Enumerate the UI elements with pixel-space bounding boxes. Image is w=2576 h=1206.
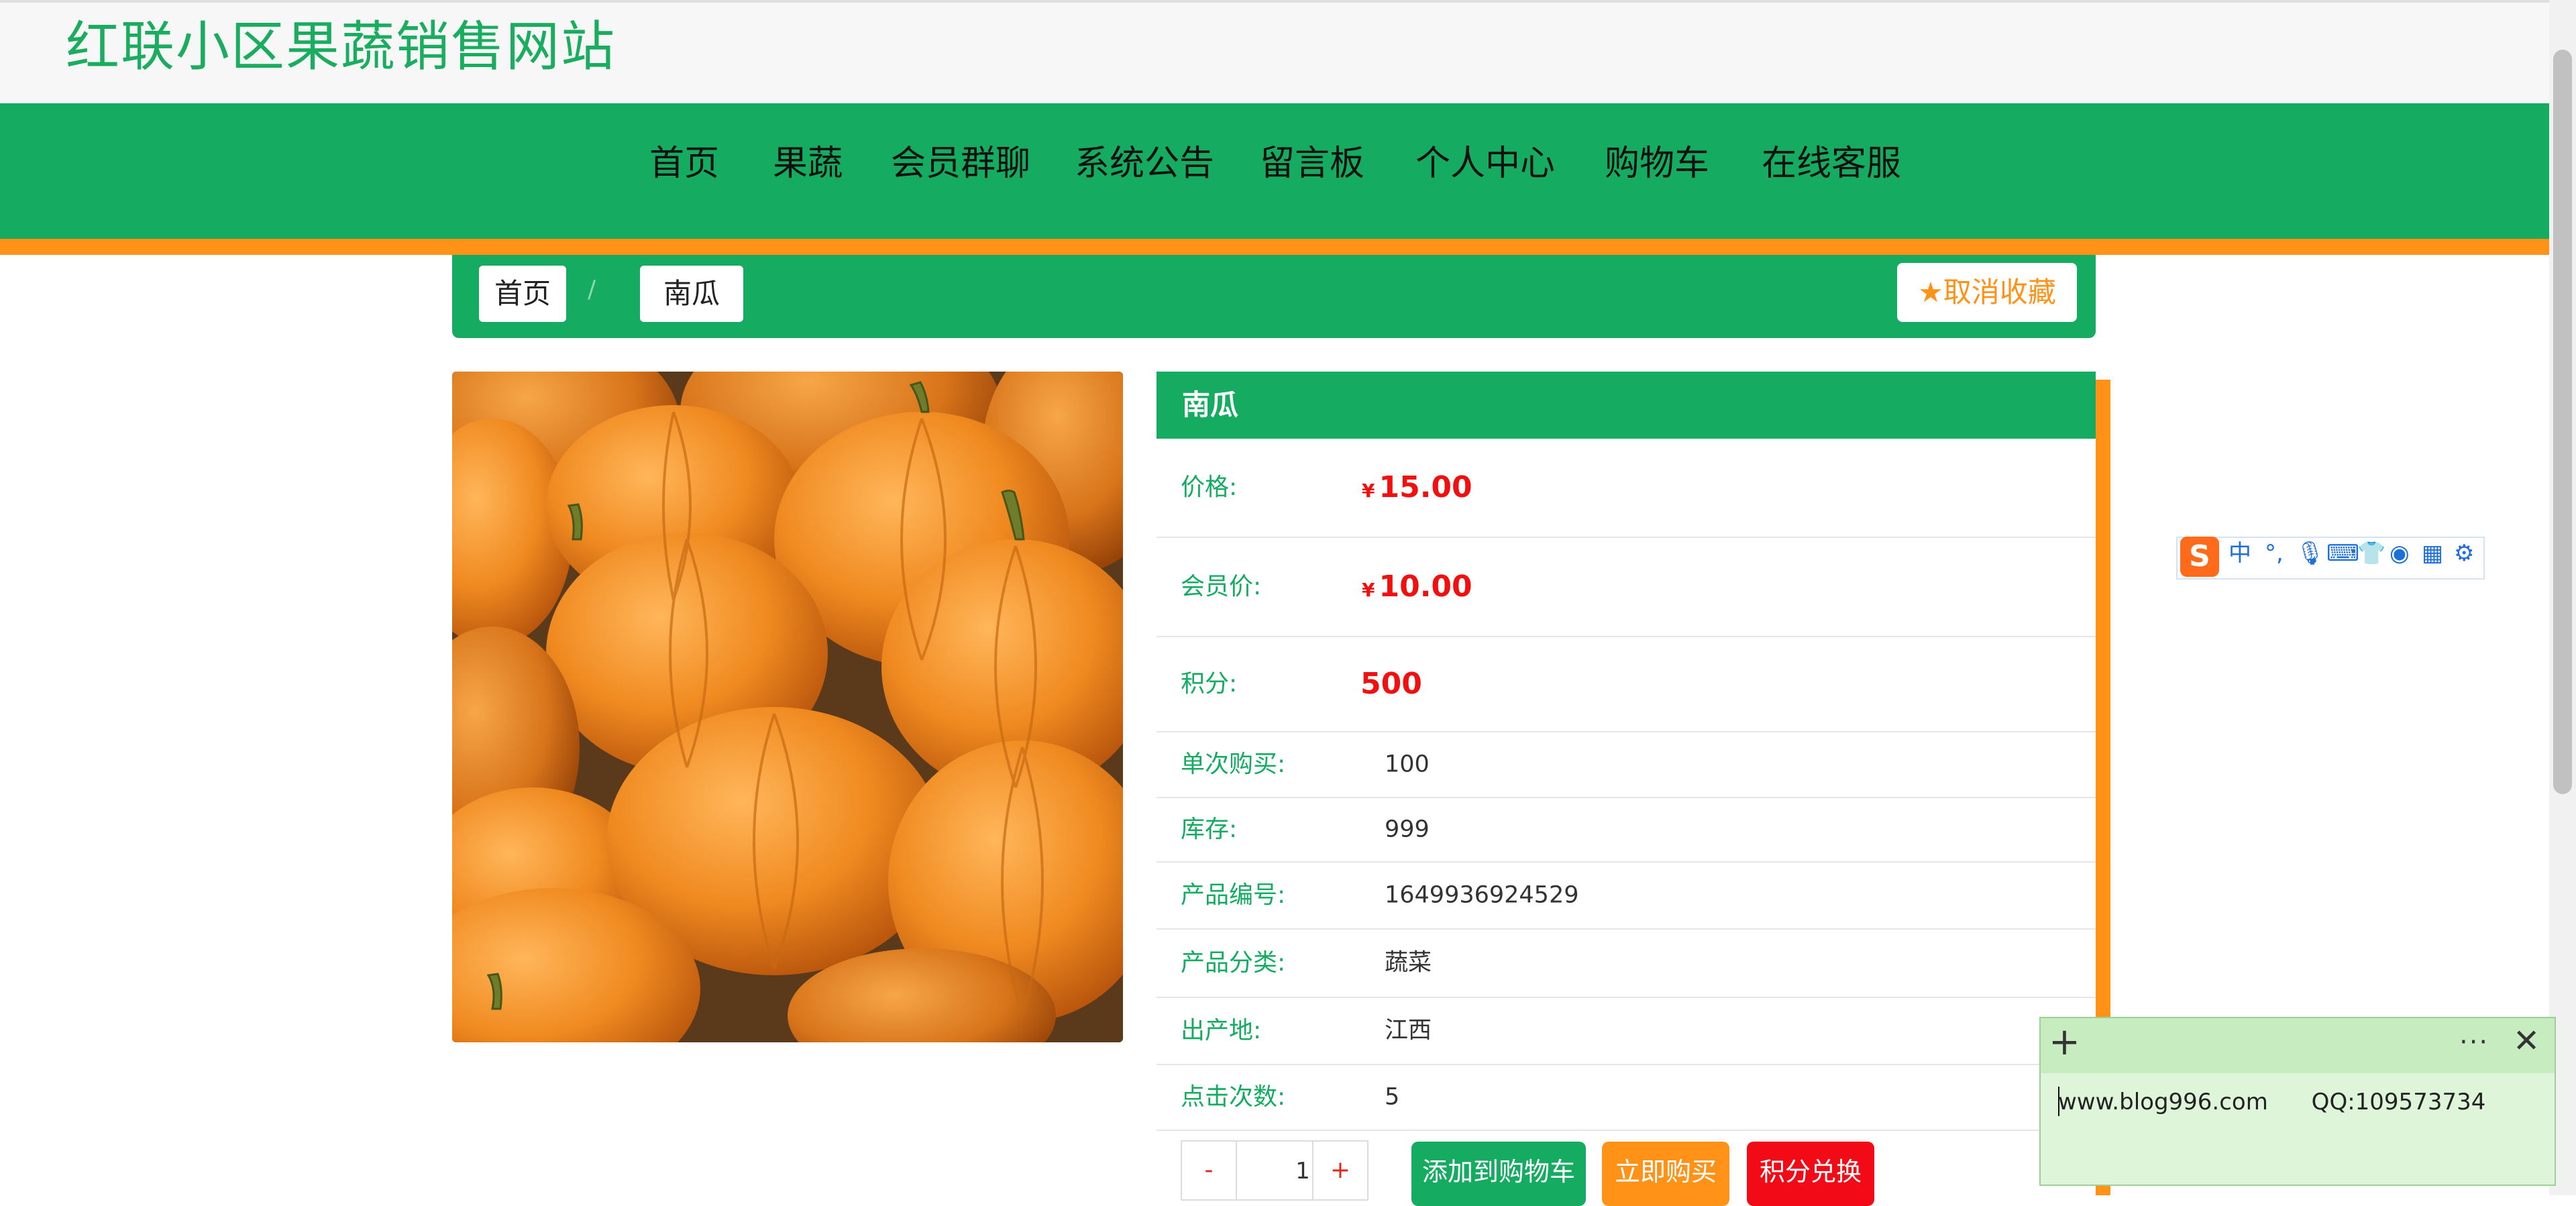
member-price-amount: 10.00 [1379, 569, 1472, 604]
price-label: 价格: [1181, 474, 1238, 501]
microphone-icon[interactable]: 🎙 [2296, 542, 2324, 565]
nav-item-support[interactable]: 在线客服 [1762, 146, 1901, 181]
ime-chinese-mode-icon[interactable]: 中 [2229, 542, 2251, 565]
currency-symbol: ¥ [1362, 480, 1375, 502]
category-value: 蔬菜 [1385, 949, 1432, 977]
nav-accent-strip [0, 239, 2549, 255]
star-icon: ★ [1918, 276, 1943, 309]
sogou-logo-icon[interactable]: S [2180, 537, 2219, 577]
unfavorite-label: 取消收藏 [1943, 276, 2056, 309]
price-amount: 15.00 [1379, 470, 1472, 504]
stock-row: 库存: 999 [1157, 798, 2096, 863]
product-code-label: 产品编号: [1181, 881, 1286, 909]
product-code-row: 产品编号: 1649936924529 [1157, 863, 2096, 930]
currency-symbol: ¥ [1362, 579, 1375, 601]
unfavorite-button[interactable]: ★取消收藏 [1897, 263, 2077, 322]
skin-icon[interactable]: 👕 [2357, 542, 2385, 565]
product-image [452, 372, 1123, 1042]
clicks-label: 点击次数: [1181, 1083, 1286, 1111]
category-label: 产品分类: [1181, 949, 1286, 977]
scrollbar-thumb[interactable] [2553, 50, 2572, 794]
nav-item-announcements[interactable]: 系统公告 [1075, 146, 1214, 181]
single-buy-row: 单次购买: 100 [1157, 732, 2096, 798]
add-to-cart-button[interactable]: 添加到购物车 [1411, 1142, 1586, 1206]
ime-punctuation-icon[interactable]: °, [2265, 542, 2284, 565]
origin-row: 出产地: 江西 [1157, 998, 2096, 1065]
note-close-icon[interactable]: ✕ [2513, 1025, 2540, 1057]
clicks-row: 点击次数: 5 [1157, 1065, 2096, 1131]
redeem-points-button[interactable]: 积分兑换 [1747, 1142, 1874, 1206]
product-name: 南瓜 [1157, 372, 2096, 439]
stock-value: 999 [1385, 816, 1430, 843]
breadcrumb-home[interactable]: 首页 [479, 266, 566, 322]
site-title[interactable]: 红联小区果蔬销售网站 [66, 20, 616, 74]
nav-item-member-chat[interactable]: 会员群聊 [891, 146, 1030, 181]
sticky-note-text[interactable]: www.blog996.com QQ:109573734 [2058, 1091, 2485, 1113]
single-buy-value: 100 [1385, 751, 1430, 778]
points-row: 积分: 500 [1157, 637, 2096, 732]
nav-item-produce[interactable]: 果蔬 [773, 146, 843, 181]
nav-item-profile[interactable]: 个人中心 [1415, 146, 1555, 181]
member-price-label: 会员价: [1181, 573, 1262, 600]
breadcrumb-separator: / [588, 276, 596, 303]
quantity-decrease-button[interactable]: - [1181, 1140, 1237, 1201]
points-label: 积分: [1181, 670, 1238, 698]
single-buy-label: 单次购买: [1181, 751, 1286, 778]
points-value: 500 [1360, 667, 1422, 701]
price-row: 价格: ¥15.00 [1157, 439, 2096, 538]
buy-now-button[interactable]: 立即购买 [1602, 1142, 1729, 1206]
clicks-value: 5 [1385, 1083, 1400, 1111]
nav-item-message-board[interactable]: 留言板 [1260, 146, 1364, 181]
keyboard-icon[interactable]: ⌨ [2326, 542, 2359, 565]
member-price-value: ¥10.00 [1362, 572, 1472, 602]
category-row: 产品分类: 蔬菜 [1157, 930, 2096, 998]
product-code-value: 1649936924529 [1385, 881, 1579, 909]
note-more-icon[interactable]: ··· [2459, 1029, 2489, 1056]
origin-label: 出产地: [1181, 1017, 1262, 1044]
settings-icon[interactable]: ⚙ [2454, 542, 2474, 565]
stock-label: 库存: [1181, 816, 1238, 843]
nav-item-cart[interactable]: 购物车 [1605, 146, 1709, 181]
quantity-increase-button[interactable]: + [1312, 1140, 1368, 1201]
nav-item-home[interactable]: 首页 [649, 146, 719, 181]
robot-icon[interactable]: ◉ [2390, 542, 2410, 565]
breadcrumb-current[interactable]: 南瓜 [640, 266, 743, 322]
price-value: ¥15.00 [1362, 473, 1472, 502]
note-add-icon[interactable]: + [2049, 1024, 2080, 1061]
origin-value: 江西 [1385, 1017, 1432, 1044]
grid-icon[interactable]: ▦ [2422, 542, 2443, 565]
member-price-row: 会员价: ¥10.00 [1157, 538, 2096, 637]
